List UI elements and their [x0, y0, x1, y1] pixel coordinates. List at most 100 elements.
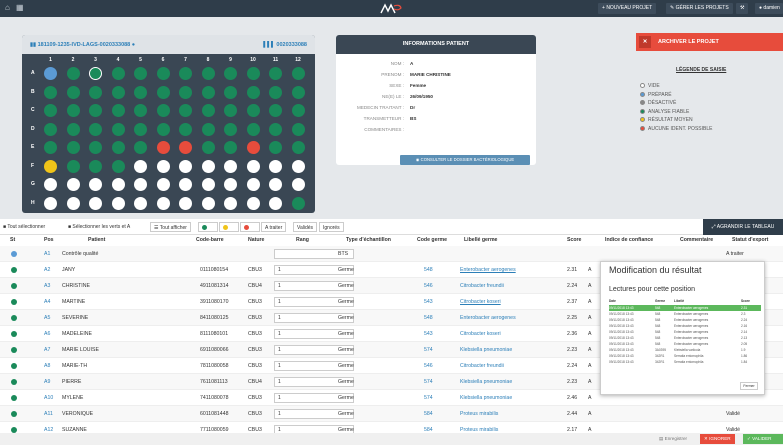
plate-well[interactable]	[134, 122, 147, 136]
plate-well[interactable]	[269, 141, 282, 154]
plate-well[interactable]	[179, 141, 192, 154]
plate-well[interactable]	[44, 141, 57, 154]
plate-well[interactable]	[269, 85, 282, 99]
plate-well[interactable]	[269, 159, 282, 173]
plate-well[interactable]	[291, 67, 305, 80]
plate-well[interactable]	[201, 159, 215, 173]
plate-well[interactable]	[134, 159, 147, 173]
plate-well[interactable]	[66, 85, 80, 99]
plate-well[interactable]	[44, 159, 57, 173]
plate-well[interactable]	[111, 159, 125, 173]
comment-icon[interactable]: ●	[132, 42, 135, 48]
plate-well[interactable]	[156, 141, 170, 154]
close-modal-button[interactable]: Fermer	[740, 382, 758, 390]
plate-well[interactable]	[246, 85, 260, 99]
plate-well[interactable]	[224, 178, 237, 191]
plate-well[interactable]	[134, 104, 147, 117]
manage-projects-button[interactable]: ✎ GÉRER LES PROJETS	[666, 3, 733, 14]
plate-well[interactable]	[224, 196, 237, 210]
settings-button[interactable]: ⚒	[736, 3, 749, 14]
plate-well[interactable]	[291, 141, 305, 154]
plate-well[interactable]	[156, 67, 170, 80]
column-header[interactable]: Commentaire	[680, 235, 713, 246]
plate-well[interactable]	[66, 104, 80, 117]
plate-well[interactable]	[269, 122, 282, 136]
plate-well[interactable]	[179, 159, 192, 173]
column-header[interactable]: Patient	[88, 235, 105, 246]
plate-well[interactable]	[269, 104, 282, 117]
plate-well[interactable]	[111, 104, 125, 117]
plate-well[interactable]	[66, 141, 80, 154]
column-header[interactable]: Rang	[296, 235, 309, 246]
column-header[interactable]: Libellé germe	[464, 235, 497, 246]
plate-well[interactable]	[111, 141, 125, 154]
plate-well[interactable]	[44, 85, 57, 99]
app-logo[interactable]	[378, 2, 404, 16]
filter-yellow-button[interactable]	[219, 222, 239, 232]
consult-dossier-button[interactable]: ◉ CONSULTER LE DOSSIER BACTÉRIOLOGIQUE	[400, 155, 530, 165]
plate-well[interactable]	[89, 85, 102, 99]
plate-well[interactable]	[66, 178, 80, 191]
plate-well[interactable]	[246, 104, 260, 117]
plate-well[interactable]	[201, 141, 215, 154]
home-icon[interactable]: ⌂	[5, 4, 10, 12]
plate-well[interactable]	[179, 67, 192, 80]
plate-well[interactable]	[224, 85, 237, 99]
plate-well[interactable]	[201, 104, 215, 117]
plate-well[interactable]	[111, 67, 125, 80]
plate-well[interactable]	[66, 122, 80, 136]
plate-well[interactable]	[134, 67, 147, 80]
filter-a-traiter[interactable]: A traiter	[261, 222, 287, 232]
plate-well[interactable]	[291, 122, 305, 136]
plate-well[interactable]	[224, 67, 237, 80]
plate-well[interactable]	[246, 67, 260, 80]
plate-well[interactable]	[134, 196, 147, 210]
plate-well[interactable]	[156, 85, 170, 99]
plate-well[interactable]	[89, 141, 102, 154]
select-all-button[interactable]: ■ Tout sélectionner	[3, 222, 45, 232]
column-header[interactable]: St	[10, 235, 15, 246]
plate-well[interactable]	[89, 196, 102, 210]
table-row[interactable]: A11 VERONIQUE 6011081448 CBU3 1 Germe 584 Prote…	[0, 406, 783, 422]
column-header[interactable]: Statut d'export	[732, 235, 768, 246]
plate-well[interactable]	[156, 104, 170, 117]
filter-green-button[interactable]	[198, 222, 218, 232]
plate-well[interactable]	[201, 85, 215, 99]
plate-well[interactable]	[89, 159, 102, 173]
plate-well[interactable]	[246, 178, 260, 191]
column-header[interactable]: Nature	[248, 235, 264, 246]
plate-well[interactable]	[179, 178, 192, 191]
column-header[interactable]: Pos	[44, 235, 54, 246]
plate-well[interactable]	[201, 178, 215, 191]
calendar-icon[interactable]: ▦	[16, 4, 24, 12]
plate-well[interactable]	[201, 196, 215, 210]
filter-valides[interactable]: Validés	[293, 222, 318, 232]
plate-well[interactable]	[89, 104, 102, 117]
plate-well[interactable]	[44, 67, 57, 80]
plate-well[interactable]	[111, 122, 125, 136]
plate-well[interactable]	[179, 104, 192, 117]
plate-well[interactable]	[269, 196, 282, 210]
plate-well[interactable]	[179, 122, 192, 136]
archive-project-button[interactable]: ✕ ARCHIVER LE PROJET	[636, 33, 783, 51]
plate-well[interactable]	[111, 178, 125, 191]
column-header[interactable]: Indice de confiance	[605, 235, 653, 246]
plate-well[interactable]	[134, 85, 147, 99]
plate-well[interactable]	[224, 141, 237, 154]
plate-well[interactable]	[156, 159, 170, 173]
column-header[interactable]: Code germe	[417, 235, 447, 246]
plate-well[interactable]	[44, 178, 57, 191]
table-row[interactable]: A1 Contrôle qualité BTS A traiter	[0, 246, 783, 262]
filter-ignores[interactable]: Ignorés	[319, 222, 344, 232]
plate-well[interactable]	[89, 67, 102, 80]
plate-well[interactable]	[246, 141, 260, 154]
show-all-button[interactable]: ☰ Tout afficher	[150, 222, 191, 232]
reading-row[interactable]: 09/11/2018 13:43 342R1 Serratia entomophil…	[609, 359, 761, 365]
filter-red-button[interactable]	[240, 222, 260, 232]
plate-well[interactable]	[224, 104, 237, 117]
plate-well[interactable]	[201, 122, 215, 136]
plate-well[interactable]	[66, 196, 80, 210]
plate-well[interactable]	[179, 196, 192, 210]
plate-well[interactable]	[134, 141, 147, 154]
select-green-button[interactable]: ■ Sélectionner les verts et A	[68, 222, 130, 232]
